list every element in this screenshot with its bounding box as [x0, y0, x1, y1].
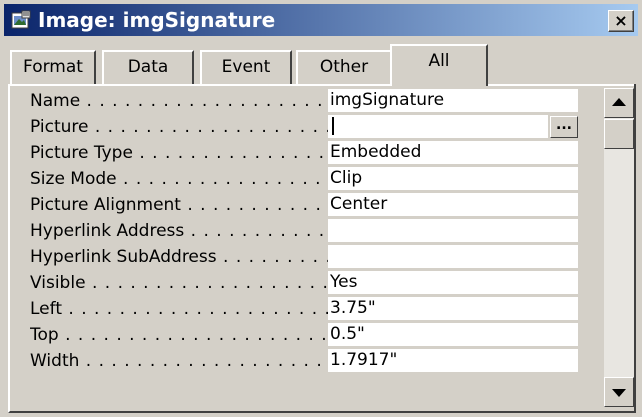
scroll-up-button[interactable]: [604, 88, 634, 118]
property-row-visible: Visible . . . . . . . . . . . . . . . . …: [12, 270, 604, 296]
tab-data[interactable]: Data: [102, 50, 194, 84]
property-label: Left . . . . . . . . . . . . . . . . . .…: [30, 299, 330, 319]
top-value-field[interactable]: 0.5": [328, 323, 578, 347]
property-label: Visible . . . . . . . . . . . . . . . . …: [30, 273, 330, 293]
name-value-field[interactable]: imgSignature: [328, 89, 578, 113]
visible-value-field[interactable]: Yes: [328, 271, 578, 295]
tab-format[interactable]: Format: [10, 50, 96, 84]
tab-strip-edge-right: [486, 84, 634, 86]
property-list: Name . . . . . . . . . . . . . . . . . .…: [12, 88, 604, 407]
left-value-field[interactable]: 3.75": [328, 297, 578, 321]
size-mode-value-field[interactable]: Clip: [328, 167, 578, 191]
tab-other[interactable]: Other: [296, 50, 392, 84]
hyperlink-address-value-field[interactable]: [328, 219, 578, 243]
hyperlink-subaddress-value-field[interactable]: [328, 245, 578, 269]
property-label: Hyperlink SubAddress . . . . . . . . . .…: [30, 247, 330, 267]
property-row-hyperlink-subaddress: Hyperlink SubAddress . . . . . . . . . .…: [12, 244, 604, 270]
vertical-scrollbar[interactable]: [604, 88, 634, 407]
property-row-size-mode: Size Mode . . . . . . . . . . . . . . . …: [12, 166, 604, 192]
property-row-picture: Picture . . . . . . . . . . . . . . . . …: [12, 114, 604, 140]
image-properties-icon: [11, 10, 31, 29]
property-row-picture-alignment: Picture Alignment . . . . . . . . . . . …: [12, 192, 604, 218]
property-label: Top . . . . . . . . . . . . . . . . . . …: [30, 325, 330, 345]
scrollbar-thumb[interactable]: [604, 119, 634, 149]
scroll-up-arrow-icon: [612, 98, 626, 106]
property-label: Picture Alignment . . . . . . . . . . . …: [30, 195, 330, 215]
property-label: Width . . . . . . . . . . . . . . . . . …: [30, 351, 330, 371]
property-row-hyperlink-address: Hyperlink Address . . . . . . . . . . . …: [12, 218, 604, 244]
picture-type-value-field[interactable]: Embedded: [328, 141, 578, 165]
close-icon: ×: [614, 11, 628, 30]
property-row-picture-type: Picture Type . . . . . . . . . . . . . .…: [12, 140, 604, 166]
picture-alignment-value-field[interactable]: Center: [328, 193, 578, 217]
picture-builder-button[interactable]: ...: [550, 116, 578, 138]
property-row-top: Top . . . . . . . . . . . . . . . . . . …: [12, 322, 604, 348]
width-value-field[interactable]: 1.7917": [328, 349, 578, 373]
text-cursor: [332, 117, 334, 135]
property-label: Name . . . . . . . . . . . . . . . . . .…: [30, 91, 330, 111]
property-label: Picture . . . . . . . . . . . . . . . . …: [30, 117, 330, 137]
property-row-width: Width . . . . . . . . . . . . . . . . . …: [12, 348, 604, 374]
picture-value-field[interactable]: [328, 115, 548, 139]
title-bar[interactable]: Image: imgSignature ×: [4, 4, 638, 36]
close-button[interactable]: ×: [608, 10, 634, 32]
scroll-down-button[interactable]: [604, 377, 634, 407]
property-label: Size Mode . . . . . . . . . . . . . . . …: [30, 169, 330, 189]
tab-event[interactable]: Event: [200, 50, 292, 84]
property-label: Picture Type . . . . . . . . . . . . . .…: [30, 143, 330, 163]
property-row-name: Name . . . . . . . . . . . . . . . . . .…: [12, 88, 604, 114]
tab-all[interactable]: All: [390, 44, 488, 86]
property-label: Hyperlink Address . . . . . . . . . . . …: [30, 221, 330, 241]
window-title: Image: imgSignature: [38, 8, 276, 32]
property-row-left: Left . . . . . . . . . . . . . . . . . .…: [12, 296, 604, 322]
scroll-down-arrow-icon: [612, 389, 626, 397]
tab-strip-edge-left: [8, 84, 392, 86]
property-sheet-window: Image: imgSignature × Format Data Event …: [0, 0, 642, 417]
